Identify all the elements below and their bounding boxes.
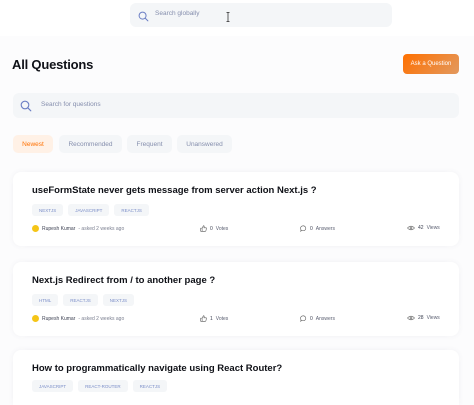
answers-stat: 0 Answers: [300, 315, 335, 322]
votes-stat: 1 Votes: [200, 315, 228, 322]
asked-time: - asked 2 weeks ago: [78, 315, 125, 322]
ask-question-button[interactable]: Ask a Question: [403, 54, 459, 74]
answers-label: Answers: [315, 225, 335, 232]
tag-list: NEXTJS JAVASCRIPT REACTJS: [32, 204, 149, 216]
tag-badge[interactable]: NEXTJS: [32, 204, 64, 216]
question-title[interactable]: useFormState never gets message from ser…: [32, 185, 317, 196]
question-card: Next.js Redirect from / to another page …: [13, 262, 459, 336]
question-metrics: Rupesh Kumar - asked 2 weeks ago 0 Votes…: [32, 225, 442, 235]
votes-count: 0: [210, 225, 213, 232]
eye-icon: [407, 225, 415, 231]
question-search-input[interactable]: Search for questions: [41, 101, 101, 108]
tag-badge[interactable]: REACTJS: [132, 380, 168, 392]
views-label: Views: [426, 315, 440, 321]
thumbs-up-icon: [200, 225, 207, 232]
tag-badge[interactable]: REACT-ROUTER: [78, 380, 128, 392]
avatar: [32, 225, 39, 232]
global-search-bar[interactable]: Search globally: [130, 3, 392, 27]
votes-label: Votes: [215, 315, 229, 322]
message-icon: [300, 225, 307, 232]
question-metrics: Rupesh Kumar - asked 2 weeks ago 1 Votes…: [32, 315, 442, 325]
search-icon: [138, 9, 149, 27]
views-label: Views: [426, 225, 440, 231]
votes-stat: 0 Votes: [200, 225, 228, 232]
question-title[interactable]: Next.js Redirect from / to another page …: [32, 275, 215, 286]
asked-time: - asked 2 weeks ago: [78, 225, 125, 232]
tag-badge[interactable]: REACTJS: [114, 204, 149, 216]
question-search-bar[interactable]: Search for questions: [13, 93, 459, 118]
views-stat: 42 Views: [407, 225, 440, 231]
top-navbar: Search globally: [0, 0, 474, 36]
author-name: Rupesh Kumar: [42, 225, 76, 232]
tag-list: JAVASCRIPT REACT-ROUTER REACTJS: [32, 380, 168, 392]
filter-tab-recommended[interactable]: Recommended: [59, 135, 122, 153]
filter-tab-frequent[interactable]: Frequent: [127, 135, 172, 153]
page-title: All Questions: [12, 57, 94, 72]
answers-stat: 0 Answers: [300, 225, 335, 232]
answers-count: 0: [310, 315, 313, 322]
question-title[interactable]: How to programmatically navigate using R…: [32, 363, 282, 374]
question-card: useFormState never gets message from ser…: [13, 172, 459, 246]
tag-badge[interactable]: JAVASCRIPT: [32, 380, 74, 392]
views-stat: 28 Views: [407, 315, 440, 321]
views-count: 42: [418, 225, 424, 231]
author-name: Rupesh Kumar: [42, 315, 76, 322]
filter-tab-unanswered[interactable]: Unanswered: [177, 135, 232, 153]
filter-tab-newest[interactable]: Newest: [13, 135, 53, 153]
answers-count: 0: [310, 225, 313, 232]
tag-badge[interactable]: REACTJS: [63, 294, 98, 306]
votes-label: Votes: [215, 225, 229, 232]
votes-count: 1: [210, 315, 213, 322]
avatar: [32, 315, 39, 322]
question-card: How to programmatically navigate using R…: [13, 350, 459, 405]
search-icon: [20, 99, 32, 117]
answers-label: Answers: [315, 315, 335, 322]
global-search-input[interactable]: Search globally: [155, 10, 199, 17]
author-info[interactable]: Rupesh Kumar - asked 2 weeks ago: [32, 315, 124, 322]
author-info[interactable]: Rupesh Kumar - asked 2 weeks ago: [32, 225, 124, 232]
eye-icon: [407, 315, 415, 321]
tag-badge[interactable]: HTML: [32, 294, 59, 306]
text-cursor-icon: [226, 9, 230, 22]
thumbs-up-icon: [200, 315, 207, 322]
tag-badge[interactable]: JAVASCRIPT: [68, 204, 110, 216]
message-icon: [300, 315, 307, 322]
tag-badge[interactable]: NEXTJS: [102, 294, 135, 306]
views-count: 28: [418, 315, 424, 321]
tag-list: HTML REACTJS NEXTJS: [32, 294, 135, 306]
